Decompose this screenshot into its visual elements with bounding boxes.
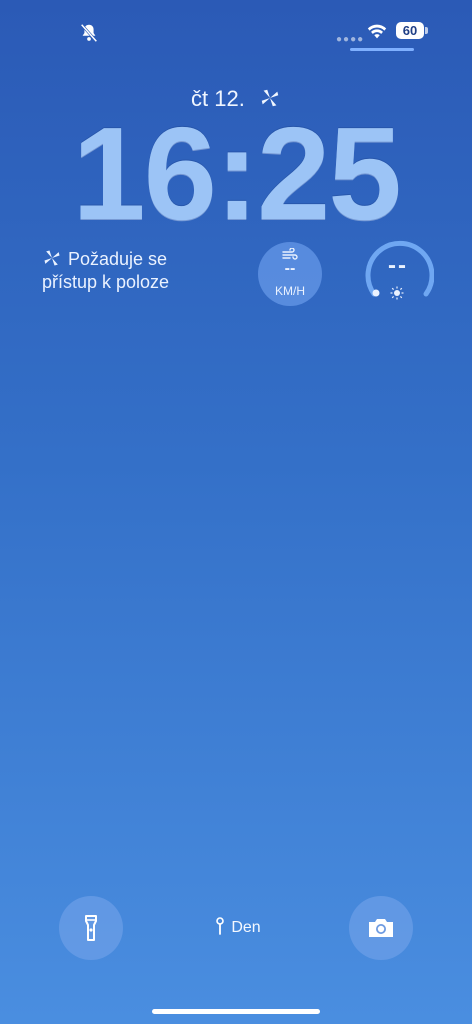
location-fan-icon xyxy=(44,250,60,266)
status-bar: ●●●● 60 xyxy=(0,0,472,60)
camera-button[interactable] xyxy=(349,896,413,960)
focus-label: Den xyxy=(231,919,261,936)
focus-pin-icon xyxy=(216,917,225,935)
battery-icon: 60 xyxy=(396,22,428,40)
clock-time[interactable]: 16:25 xyxy=(0,104,472,244)
home-indicator[interactable] xyxy=(152,1009,320,1014)
camera-icon xyxy=(369,919,393,937)
wifi-icon xyxy=(367,24,387,39)
sun-icon xyxy=(390,286,404,300)
location-line2: přístup k poloze xyxy=(42,272,170,292)
status-underline xyxy=(350,48,414,51)
wind-widget[interactable]: -- KM/H xyxy=(258,242,322,306)
flashlight-button[interactable] xyxy=(59,896,123,960)
location-widget[interactable]: Požaduje se přístup k poloze xyxy=(42,248,232,294)
uv-value: -- xyxy=(388,252,408,279)
wind-value: -- xyxy=(284,260,296,277)
bell-slash-icon xyxy=(80,23,98,43)
wind-unit: KM/H xyxy=(275,284,305,298)
signal-dots-icon: ●●●● xyxy=(336,34,365,45)
location-line1: Požaduje se xyxy=(68,249,168,269)
uv-widget[interactable]: -- xyxy=(362,236,435,308)
battery-level: 60 xyxy=(396,22,424,39)
focus-mode-indicator[interactable]: Den xyxy=(198,912,278,944)
flashlight-icon xyxy=(85,915,97,941)
